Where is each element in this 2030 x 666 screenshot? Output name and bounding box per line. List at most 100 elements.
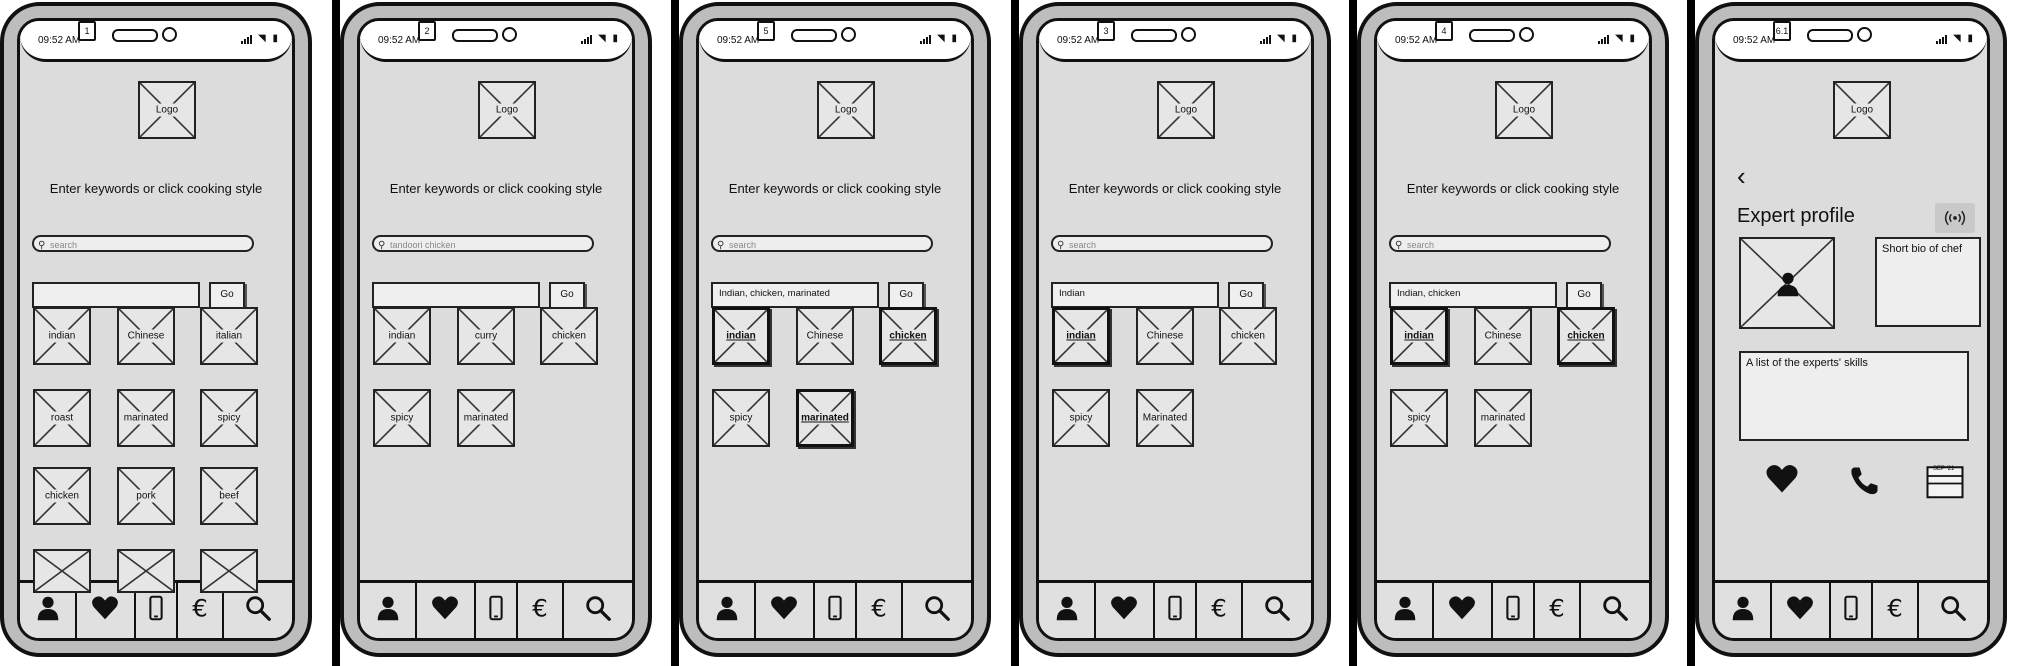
search-value: search xyxy=(1407,240,1435,250)
cooking-style-tile[interactable]: spicy xyxy=(1052,389,1110,447)
cooking-style-tile[interactable]: roast xyxy=(33,389,91,447)
tab-mobile[interactable] xyxy=(476,583,519,638)
search-input[interactable]: ⚲ search xyxy=(1389,235,1611,252)
mobile-icon xyxy=(141,593,171,628)
cooking-style-tile[interactable]: indian xyxy=(1052,307,1110,365)
keywords-field[interactable]: Indian, chicken, marinated xyxy=(711,282,879,308)
logo-label: Logo xyxy=(831,103,861,117)
search-icon xyxy=(243,593,273,628)
tab-user[interactable] xyxy=(1715,583,1772,638)
tile-label: chicken xyxy=(42,489,82,503)
search-input[interactable]: ⚲ search xyxy=(711,235,933,252)
tab-euro[interactable]: € xyxy=(1873,583,1920,638)
cooking-style-tile[interactable]: marinated xyxy=(1474,389,1532,447)
cooking-style-tile[interactable]: italian xyxy=(200,307,258,365)
tile-label: chicken xyxy=(1564,329,1608,343)
cooking-style-tile[interactable] xyxy=(117,549,175,593)
cooking-style-tile[interactable]: chicken xyxy=(1219,307,1277,365)
tab-heart[interactable] xyxy=(1434,583,1493,638)
speaker-icon xyxy=(1131,29,1177,42)
tab-user[interactable] xyxy=(699,583,756,638)
keywords-field[interactable] xyxy=(32,282,200,308)
panel-divider xyxy=(1011,0,1019,666)
logo-label: Logo xyxy=(1171,103,1201,117)
search-input[interactable]: ⚲ tandoori chicken xyxy=(372,235,594,252)
cooking-style-tile[interactable]: chicken xyxy=(1557,307,1615,365)
user-icon xyxy=(1390,593,1420,628)
tab-user[interactable] xyxy=(1039,583,1096,638)
search-icon: ⚲ xyxy=(38,240,46,251)
keywords-field[interactable] xyxy=(372,282,540,308)
phone-button[interactable] xyxy=(1845,463,1883,504)
tab-search[interactable] xyxy=(1919,583,1987,638)
tab-euro[interactable]: € xyxy=(1197,583,1244,638)
cooking-style-tile[interactable]: indian xyxy=(373,307,431,365)
tab-search[interactable] xyxy=(1581,583,1649,638)
logo-label: Logo xyxy=(152,103,182,117)
tab-euro[interactable]: € xyxy=(1535,583,1582,638)
cooking-style-tile[interactable]: marinated xyxy=(796,389,854,447)
live-stream-icon[interactable] xyxy=(1935,203,1975,233)
cooking-style-tile[interactable]: Chinese xyxy=(117,307,175,365)
tab-search[interactable] xyxy=(564,583,632,638)
cooking-style-tile[interactable]: Chinese xyxy=(1136,307,1194,365)
cooking-style-tile[interactable]: spicy xyxy=(200,389,258,447)
status-icons: ◥ ▮ xyxy=(1260,33,1299,44)
camera-icon xyxy=(1857,27,1872,42)
cooking-style-tile[interactable]: chicken xyxy=(540,307,598,365)
cooking-style-tile[interactable]: spicy xyxy=(1390,389,1448,447)
heart-button[interactable] xyxy=(1763,461,1801,502)
cooking-style-tile[interactable]: chicken xyxy=(879,307,937,365)
tab-euro[interactable]: € xyxy=(857,583,904,638)
tab-search[interactable] xyxy=(903,583,971,638)
cooking-style-tile[interactable] xyxy=(200,549,258,593)
go-button[interactable]: Go xyxy=(1228,282,1264,309)
cooking-style-tile[interactable]: curry xyxy=(457,307,515,365)
keywords-field[interactable]: Indian, chicken xyxy=(1389,282,1557,308)
tab-mobile[interactable] xyxy=(1155,583,1198,638)
cooking-style-tile[interactable]: Chinese xyxy=(796,307,854,365)
tile-label: Chinese xyxy=(124,329,168,343)
calendar-button[interactable]: SEP '21 xyxy=(1921,461,1969,506)
tab-heart[interactable] xyxy=(417,583,476,638)
tab-user[interactable] xyxy=(360,583,417,638)
chevron-left-icon[interactable]: ‹ xyxy=(1737,161,1746,192)
cooking-style-tile[interactable]: pork xyxy=(117,467,175,525)
search-icon xyxy=(1262,593,1292,628)
cooking-style-tile[interactable]: spicy xyxy=(373,389,431,447)
cooking-style-tile[interactable]: chicken xyxy=(33,467,91,525)
user-icon xyxy=(33,593,63,628)
cooking-style-tile[interactable]: marinated xyxy=(457,389,515,447)
cooking-style-tile[interactable]: marinated xyxy=(117,389,175,447)
tab-mobile[interactable] xyxy=(815,583,858,638)
heart-icon xyxy=(1785,593,1815,628)
cooking-style-tile[interactable]: spicy xyxy=(712,389,770,447)
go-button[interactable]: Go xyxy=(209,282,245,309)
tab-search[interactable] xyxy=(1243,583,1311,638)
heart-icon xyxy=(430,593,460,628)
go-button[interactable]: Go xyxy=(549,282,585,309)
tab-mobile[interactable] xyxy=(1493,583,1536,638)
calendar-label: SEP '21 xyxy=(1933,466,1955,472)
keywords-field[interactable]: Indian xyxy=(1051,282,1219,308)
go-button[interactable]: Go xyxy=(888,282,924,309)
cooking-style-tile[interactable]: Marinated xyxy=(1136,389,1194,447)
cooking-style-tile[interactable]: indian xyxy=(33,307,91,365)
search-input[interactable]: ⚲ search xyxy=(32,235,254,252)
cooking-style-tile[interactable]: indian xyxy=(1390,307,1448,365)
cooking-style-tile[interactable]: beef xyxy=(200,467,258,525)
bottom-tab-bar: € xyxy=(1377,580,1649,638)
cooking-style-tile[interactable]: Chinese xyxy=(1474,307,1532,365)
tab-heart[interactable] xyxy=(1096,583,1155,638)
cooking-style-tile[interactable] xyxy=(33,549,91,593)
go-button[interactable]: Go xyxy=(1566,282,1602,309)
search-icon: ⚲ xyxy=(1395,240,1403,251)
cooking-style-tile[interactable]: indian xyxy=(712,307,770,365)
tab-mobile[interactable] xyxy=(1831,583,1874,638)
tab-euro[interactable]: € xyxy=(518,583,565,638)
search-input[interactable]: ⚲ search xyxy=(1051,235,1273,252)
tab-user[interactable] xyxy=(1377,583,1434,638)
tab-heart[interactable] xyxy=(1772,583,1831,638)
tab-heart[interactable] xyxy=(756,583,815,638)
camera-icon xyxy=(502,27,517,42)
